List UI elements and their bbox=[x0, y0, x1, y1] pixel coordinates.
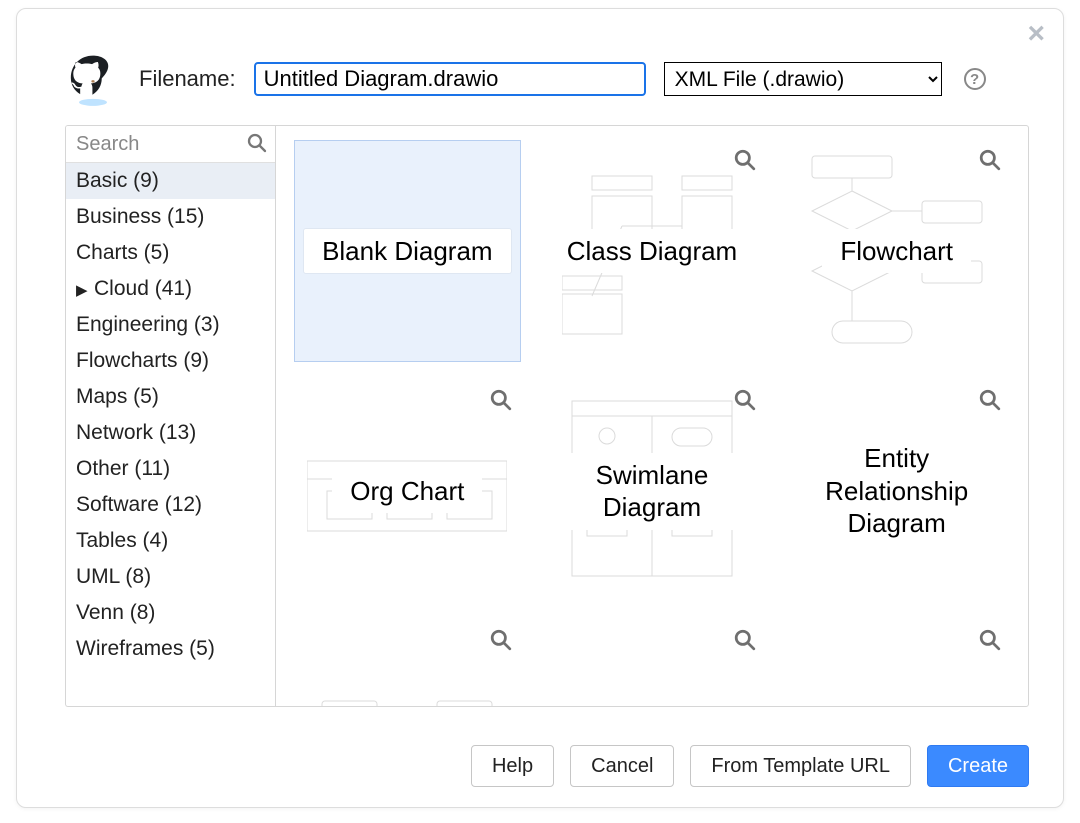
template-tile[interactable]: Blank Diagram bbox=[294, 140, 521, 362]
category-item[interactable]: Wireframes (5) bbox=[66, 631, 275, 667]
category-label: Network (13) bbox=[76, 421, 196, 444]
expand-icon[interactable]: ▶ bbox=[76, 281, 94, 299]
template-tile[interactable]: Cross- bbox=[783, 620, 1010, 706]
category-item[interactable]: Tables (4) bbox=[66, 523, 275, 559]
category-label: Wireframes (5) bbox=[76, 637, 215, 660]
category-label: Venn (8) bbox=[76, 601, 155, 624]
dialog-header: Filename: XML File (.drawio) ? bbox=[17, 9, 1063, 117]
category-item[interactable]: Venn (8) bbox=[66, 595, 275, 631]
search-input[interactable] bbox=[66, 126, 275, 162]
template-label: Blank Diagram bbox=[304, 229, 511, 274]
template-grid[interactable]: Blank Diagram Class Diagram Flowchart Or… bbox=[276, 126, 1028, 706]
category-item[interactable]: Other (11) bbox=[66, 451, 275, 487]
category-label: Business (15) bbox=[76, 205, 204, 228]
template-preview bbox=[540, 621, 765, 706]
category-label: Other (11) bbox=[76, 457, 170, 480]
dialog-footer: Help Cancel From Template URL Create bbox=[471, 745, 1029, 787]
template-preview bbox=[784, 621, 1009, 706]
file-format-select[interactable]: XML File (.drawio) bbox=[664, 62, 942, 96]
category-item[interactable]: Flowcharts (9) bbox=[66, 343, 275, 379]
category-item[interactable]: Engineering (3) bbox=[66, 307, 275, 343]
template-tile[interactable]: Class Diagram bbox=[539, 140, 766, 362]
search-icon[interactable] bbox=[247, 133, 267, 158]
category-item[interactable]: UML (8) bbox=[66, 559, 275, 595]
category-item[interactable]: Maps (5) bbox=[66, 379, 275, 415]
category-label: Basic (9) bbox=[76, 169, 159, 192]
template-tile[interactable]: Entity Relationship Diagram bbox=[783, 380, 1010, 602]
template-label: Swimlane Diagram bbox=[540, 453, 765, 530]
template-tile[interactable]: Org Chart bbox=[294, 380, 521, 602]
category-item[interactable]: Basic (9) bbox=[66, 163, 275, 199]
template-label: Entity Relationship Diagram bbox=[784, 436, 1009, 546]
template-label: Flowchart bbox=[822, 229, 971, 274]
cancel-button[interactable]: Cancel bbox=[570, 745, 674, 787]
filename-input[interactable] bbox=[254, 62, 646, 96]
template-panel: Blank Diagram Class Diagram Flowchart Or… bbox=[275, 125, 1029, 707]
github-octocat-icon bbox=[65, 51, 121, 107]
category-label: Maps (5) bbox=[76, 385, 159, 408]
category-item[interactable]: ▶Cloud (41) bbox=[66, 271, 275, 307]
category-list[interactable]: Basic (9) Business (15) Charts (5) ▶Cloud (… bbox=[66, 163, 275, 706]
from-template-url-button[interactable]: From Template URL bbox=[690, 745, 911, 787]
format-help-icon[interactable]: ? bbox=[964, 68, 986, 90]
category-sidebar: Basic (9) Business (15) Charts (5) ▶Cloud (… bbox=[65, 125, 275, 707]
category-label: Flowcharts (9) bbox=[76, 349, 209, 372]
category-label: Software (12) bbox=[76, 493, 202, 516]
template-label: Org Chart bbox=[332, 469, 482, 514]
close-icon[interactable]: × bbox=[1027, 19, 1045, 49]
template-tile[interactable]: Swimlane Diagram bbox=[539, 380, 766, 602]
filename-label: Filename: bbox=[139, 66, 236, 92]
category-label: Engineering (3) bbox=[76, 313, 220, 336]
category-item[interactable]: Business (15) bbox=[66, 199, 275, 235]
template-preview bbox=[295, 621, 520, 706]
template-tile[interactable]: Sequence bbox=[294, 620, 521, 706]
new-diagram-dialog: × Filename: XML File (.drawio) ? Basi bbox=[16, 8, 1064, 808]
template-tile[interactable]: Simple bbox=[539, 620, 766, 706]
template-tile[interactable]: Flowchart bbox=[783, 140, 1010, 362]
template-label: Class Diagram bbox=[549, 229, 756, 274]
category-label: Charts (5) bbox=[76, 241, 169, 264]
category-label: UML (8) bbox=[76, 565, 151, 588]
help-button[interactable]: Help bbox=[471, 745, 554, 787]
category-item[interactable]: Software (12) bbox=[66, 487, 275, 523]
create-button[interactable]: Create bbox=[927, 745, 1029, 787]
category-label: Tables (4) bbox=[76, 529, 168, 552]
category-item[interactable]: Network (13) bbox=[66, 415, 275, 451]
category-label: Cloud (41) bbox=[94, 277, 192, 300]
category-item[interactable]: Charts (5) bbox=[66, 235, 275, 271]
